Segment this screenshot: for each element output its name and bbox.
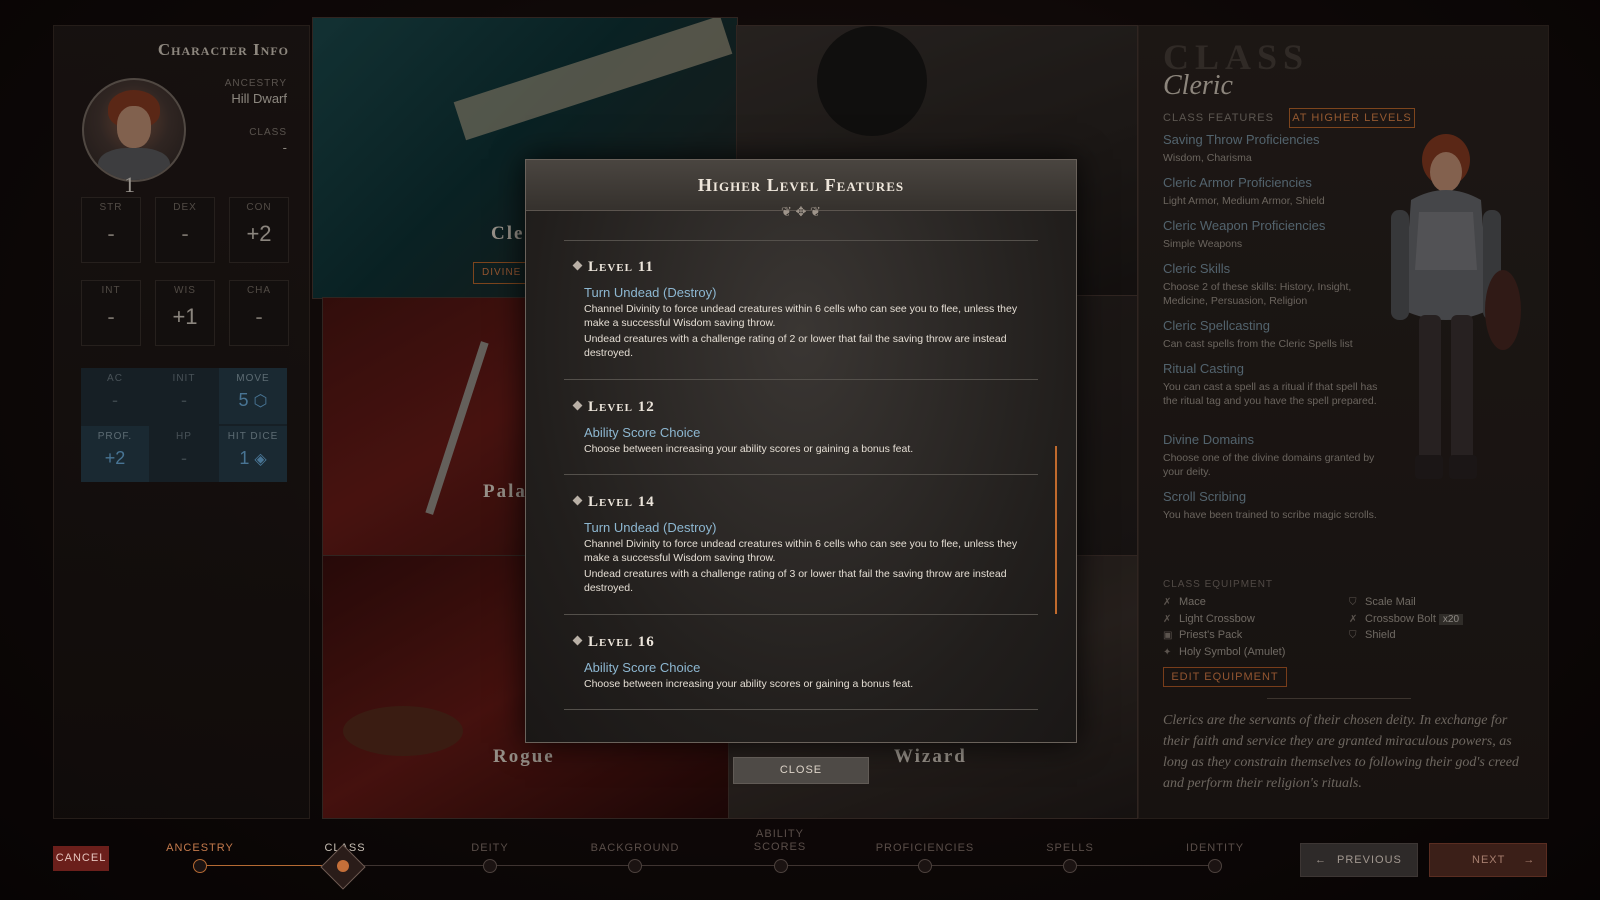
feature-description: Channel Divinity to force undead creatur…	[584, 303, 1018, 329]
step-dot[interactable]	[628, 859, 642, 873]
feature-description: Choose between increasing your ability s…	[584, 443, 914, 455]
step-dot[interactable]	[1208, 859, 1222, 873]
ornament-icon: ❦ ✥ ❦	[781, 204, 821, 219]
step-proficiencies[interactable]: PROFICIENCIES	[865, 842, 985, 855]
level-heading: Level 11	[572, 259, 654, 276]
feature-name: Ability Score Choice	[584, 660, 701, 675]
step-ancestry[interactable]: ANCESTRY	[140, 842, 260, 855]
divider	[564, 474, 1038, 475]
arrow-left-icon: ←	[1315, 854, 1327, 866]
close-button[interactable]: CLOSE	[733, 757, 869, 784]
step-dot[interactable]	[774, 859, 788, 873]
diamond-bullet-icon	[572, 400, 583, 411]
step-spells[interactable]: SPELLS	[1010, 842, 1130, 855]
level-heading: Level 16	[572, 634, 655, 651]
step-deity[interactable]: DEITY	[430, 842, 550, 855]
diamond-bullet-icon	[572, 495, 583, 506]
feature-name: Turn Undead (Destroy)	[584, 520, 717, 535]
previous-button[interactable]: ← PREVIOUS	[1300, 843, 1418, 877]
divider	[564, 614, 1038, 615]
feature-name: Ability Score Choice	[584, 425, 701, 440]
next-button[interactable]: NEXT →	[1429, 843, 1547, 877]
step-ability-scores[interactable]: ABILITY SCORES	[740, 828, 820, 854]
current-step-dot-icon	[337, 860, 349, 872]
step-dot[interactable]	[918, 859, 932, 873]
level-heading: Level 14	[572, 494, 655, 511]
feature-description: Undead creatures with a challenge rating…	[584, 333, 1007, 359]
step-identity[interactable]: IDENTITY	[1155, 842, 1275, 855]
feature-description: Choose between increasing your ability s…	[584, 678, 914, 690]
step-dot[interactable]	[483, 859, 497, 873]
divider	[564, 709, 1038, 710]
dialog-scrollbar[interactable]	[1055, 446, 1057, 614]
higher-level-features-dialog: Higher Level Features ❦ ✥ ❦ Level 11 Tur…	[525, 159, 1077, 743]
step-dot[interactable]	[1063, 859, 1077, 873]
divider	[564, 240, 1038, 241]
feature-description: Undead creatures with a challenge rating…	[584, 568, 1007, 594]
feature-description: Channel Divinity to force undead creatur…	[584, 538, 1018, 564]
cancel-button[interactable]: CANCEL	[53, 846, 109, 871]
arrow-right-icon: →	[1523, 854, 1536, 866]
dialog-title: Higher Level Features	[697, 175, 905, 195]
diamond-bullet-icon	[572, 260, 583, 271]
check-icon[interactable]	[193, 859, 207, 873]
divider	[564, 379, 1038, 380]
level-heading: Level 12	[572, 399, 655, 416]
feature-name: Turn Undead (Destroy)	[584, 285, 717, 300]
step-background[interactable]: BACKGROUND	[575, 842, 695, 855]
diamond-bullet-icon	[572, 635, 583, 646]
